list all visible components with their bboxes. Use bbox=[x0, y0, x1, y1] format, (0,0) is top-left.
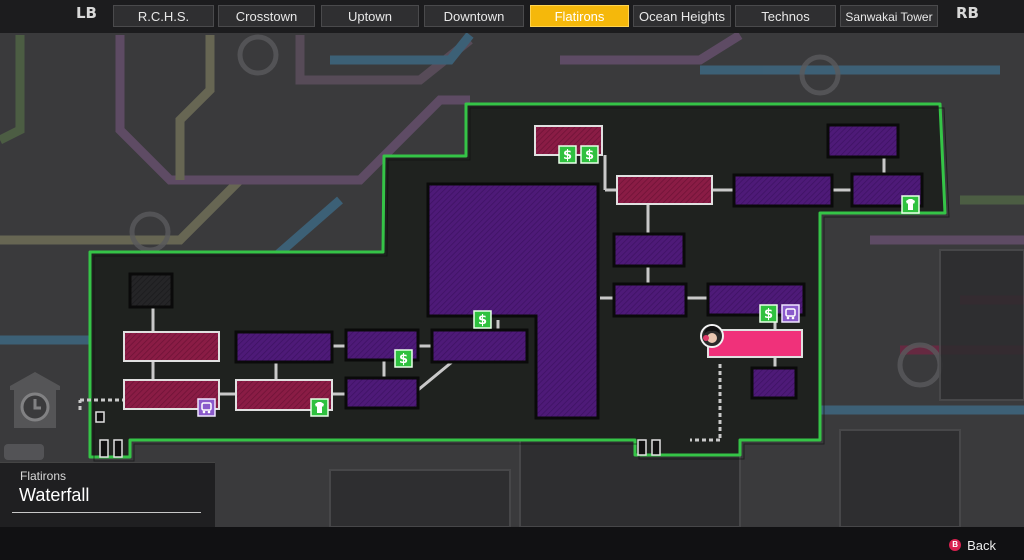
bus-icon[interactable] bbox=[197, 398, 216, 417]
room-red-5[interactable] bbox=[616, 175, 713, 205]
rb-bumper-hint[interactable]: RB bbox=[956, 4, 979, 22]
shirt-icon[interactable] bbox=[901, 195, 920, 214]
room-purple-1[interactable] bbox=[234, 330, 334, 364]
room-purple-3[interactable] bbox=[344, 376, 420, 410]
tab-downtown[interactable]: Downtown bbox=[424, 5, 524, 27]
back-button[interactable]: B Back bbox=[949, 537, 996, 553]
bus-icon[interactable] bbox=[781, 304, 800, 323]
bottom-bar bbox=[0, 527, 1024, 560]
room-purple-5[interactable] bbox=[732, 173, 834, 208]
svg-text:$: $ bbox=[478, 313, 487, 328]
tab-sanwakai-tower[interactable]: Sanwakai Tower bbox=[840, 5, 938, 27]
room-small-dark[interactable] bbox=[128, 272, 174, 309]
b-button-icon: B bbox=[949, 539, 962, 551]
dollar-icon[interactable]: $ bbox=[558, 145, 577, 164]
room-purple-6[interactable] bbox=[826, 123, 900, 159]
tab-flatirons[interactable]: Flatirons bbox=[530, 5, 629, 27]
tab-crosstown[interactable]: Crosstown bbox=[218, 5, 315, 27]
dollar-icon[interactable]: $ bbox=[394, 349, 413, 368]
dollar-icon[interactable]: $ bbox=[473, 310, 492, 329]
room-purple-8[interactable] bbox=[612, 232, 686, 268]
back-label: Back bbox=[967, 537, 996, 553]
svg-text:$: $ bbox=[585, 148, 594, 163]
tab-ocean-heights[interactable]: Ocean Heights bbox=[633, 5, 731, 27]
room-red-1[interactable] bbox=[123, 331, 220, 362]
tab-uptown[interactable]: Uptown bbox=[321, 5, 419, 27]
location-divider bbox=[12, 512, 201, 513]
player-marker-icon bbox=[700, 324, 724, 348]
lb-bumper-hint[interactable]: LB bbox=[76, 4, 97, 22]
svg-text:$: $ bbox=[563, 148, 572, 163]
clock-icon bbox=[10, 372, 60, 428]
shirt-icon[interactable] bbox=[310, 398, 329, 417]
location-panel: Flatirons Waterfall bbox=[0, 462, 215, 529]
dollar-icon[interactable]: $ bbox=[580, 145, 599, 164]
dollar-icon[interactable]: $ bbox=[759, 304, 778, 323]
room-purple-4[interactable] bbox=[430, 328, 529, 364]
location-district: Flatirons bbox=[20, 469, 67, 483]
tab-rchs[interactable]: R.C.H.S. bbox=[113, 5, 214, 27]
location-area-name: Waterfall bbox=[19, 485, 90, 505]
room-purple-9[interactable] bbox=[612, 282, 688, 318]
svg-text:$: $ bbox=[764, 307, 773, 322]
room-purple-11[interactable] bbox=[750, 366, 798, 400]
svg-text:$: $ bbox=[399, 352, 408, 367]
tab-technos[interactable]: Technos bbox=[735, 5, 836, 27]
